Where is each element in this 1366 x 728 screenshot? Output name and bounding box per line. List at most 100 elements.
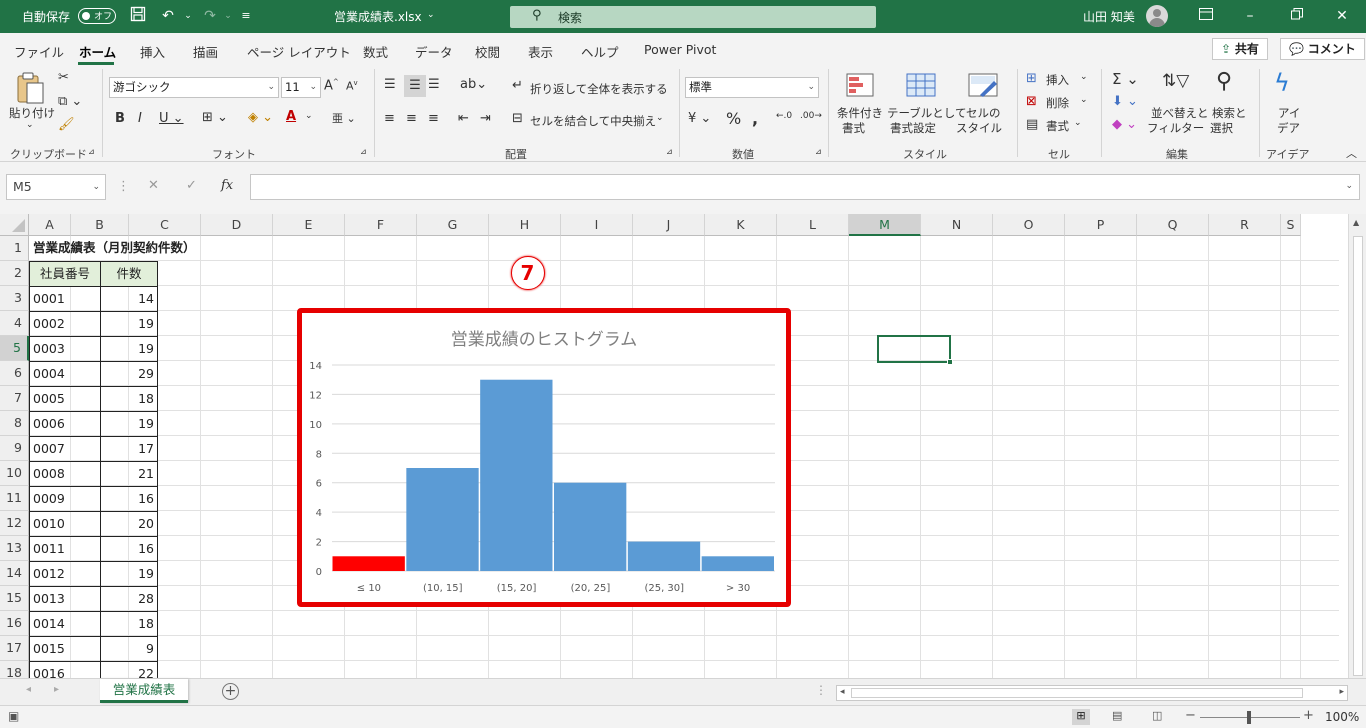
merge-dropdown-icon[interactable]: ⌄ — [656, 113, 664, 123]
align-left-icon[interactable]: ≡ — [384, 111, 395, 126]
select-all-corner[interactable] — [0, 214, 29, 236]
row-header-7[interactable]: 7 — [0, 386, 29, 411]
font-launcher-icon[interactable]: ⊿ — [360, 147, 367, 156]
increase-font-icon[interactable]: A^ — [324, 78, 339, 93]
tab-file[interactable]: ファイル — [14, 42, 64, 61]
format-as-table-icon[interactable] — [906, 73, 936, 101]
minimize-icon[interactable]: – — [1240, 6, 1260, 26]
formula-input[interactable]: ⌄ — [250, 174, 1360, 200]
column-header-g[interactable]: G — [417, 214, 489, 236]
clear-icon[interactable]: ◆ ⌄ — [1112, 117, 1137, 132]
column-header-e[interactable]: E — [273, 214, 345, 236]
cell-styles-label-2[interactable]: スタイル — [956, 120, 1002, 136]
italic-icon[interactable]: I — [138, 111, 142, 126]
number-format-combo[interactable]: 標準 ⌄ — [685, 77, 819, 98]
merge-center-icon[interactable]: ⊟ — [512, 111, 523, 126]
delete-cells-icon[interactable]: ⊠ — [1026, 94, 1037, 109]
paste-dropdown-icon[interactable]: ⌄ — [26, 120, 34, 130]
underline-icon[interactable]: U ⌄ — [159, 111, 184, 126]
sort-filter-icon[interactable]: ⇅▽ — [1162, 71, 1189, 91]
align-middle-icon[interactable]: ☰ — [404, 75, 426, 97]
tab-insert[interactable]: 挿入 — [140, 42, 165, 61]
employee-id-cell[interactable]: 0012 — [29, 561, 101, 587]
zoom-slider-thumb[interactable] — [1247, 711, 1251, 724]
tab-split-handle[interactable]: ⋮ — [815, 683, 827, 697]
tab-formulas[interactable]: 数式 — [363, 42, 388, 61]
vertical-scrollbar[interactable]: ▲ — [1348, 214, 1366, 678]
count-cell[interactable]: 18 — [100, 386, 158, 412]
employee-id-cell[interactable]: 0016 — [29, 661, 101, 678]
next-sheet-icon[interactable]: ▸ — [54, 684, 59, 695]
increase-indent-icon[interactable]: ⇥ — [480, 111, 491, 126]
scrollbar-thumb[interactable] — [1353, 236, 1363, 676]
row-header-10[interactable]: 10 — [0, 461, 29, 486]
count-cell[interactable]: 19 — [100, 311, 158, 337]
clipboard-launcher-icon[interactable]: ⊿ — [88, 147, 95, 156]
column-header-q[interactable]: Q — [1137, 214, 1209, 236]
font-color-dropdown-icon[interactable]: ⌄ — [305, 111, 313, 121]
row-header-1[interactable]: 1 — [0, 236, 29, 261]
employee-id-cell[interactable]: 0009 — [29, 486, 101, 512]
format-cells-button[interactable]: 書式 — [1046, 118, 1069, 134]
save-icon[interactable] — [128, 6, 148, 26]
phonetic-icon[interactable]: 亜 ⌄ — [332, 110, 356, 126]
column-header-a[interactable]: A — [29, 214, 71, 236]
scroll-right-icon[interactable]: ▸ — [1339, 687, 1344, 697]
find-select-label-1[interactable]: 検索と — [1212, 105, 1247, 121]
column-header-f[interactable]: F — [345, 214, 417, 236]
sort-filter-label-1[interactable]: 並べ替えと — [1151, 105, 1209, 121]
fill-handle[interactable] — [947, 359, 953, 365]
increase-decimal-icon[interactable]: ←.0 — [776, 111, 792, 121]
count-cell[interactable]: 19 — [100, 411, 158, 437]
ideas-label-1[interactable]: アイ — [1278, 105, 1300, 121]
font-name-combo[interactable]: 游ゴシック ⌄ — [109, 77, 279, 98]
column-header-s[interactable]: S — [1281, 214, 1301, 236]
row-header-14[interactable]: 14 — [0, 561, 29, 586]
document-title[interactable]: 営業成績表.xlsx — [334, 8, 422, 25]
fill-icon[interactable]: ⬇ ⌄ — [1112, 94, 1138, 109]
count-cell[interactable]: 21 — [100, 461, 158, 487]
sheet-title[interactable]: 営業成績表（月別契約件数） — [33, 236, 196, 260]
add-sheet-icon[interactable]: + — [222, 683, 239, 700]
align-center-icon[interactable]: ≡ — [406, 111, 417, 126]
column-header-c[interactable]: C — [129, 214, 201, 236]
count-cell[interactable]: 14 — [100, 286, 158, 312]
percent-icon[interactable]: % — [726, 109, 741, 128]
orientation-icon[interactable]: ab⌄ — [460, 77, 487, 92]
insert-dropdown-icon[interactable]: ⌄ — [1080, 72, 1088, 82]
sort-filter-label-2[interactable]: フィルター — [1147, 120, 1204, 136]
conditional-format-label-2[interactable]: 書式 — [842, 120, 865, 136]
format-as-table-label-2[interactable]: 書式設定 — [890, 120, 936, 136]
wrap-text-icon[interactable]: ↵ — [512, 78, 523, 93]
ribbon-display-icon[interactable] — [1196, 6, 1216, 26]
employee-id-cell[interactable]: 0002 — [29, 311, 101, 337]
expand-formula-icon[interactable]: ⌄ — [1345, 181, 1353, 191]
merge-center-button[interactable]: セルを結合して中央揃え — [530, 113, 656, 129]
customize-toolbar-icon[interactable]: ≡ — [236, 6, 256, 26]
count-cell[interactable]: 19 — [100, 561, 158, 587]
close-icon[interactable]: ✕ — [1332, 6, 1352, 26]
format-dropdown-icon[interactable]: ⌄ — [1074, 118, 1082, 128]
ideas-label-2[interactable]: デア — [1277, 120, 1300, 136]
decrease-indent-icon[interactable]: ⇤ — [458, 111, 469, 126]
count-cell[interactable]: 28 — [100, 586, 158, 612]
employee-id-cell[interactable]: 0005 — [29, 386, 101, 412]
horizontal-scrollbar[interactable]: ◂ ▸ — [836, 685, 1348, 701]
ideas-icon[interactable]: ϟ — [1274, 69, 1290, 97]
count-cell[interactable]: 18 — [100, 611, 158, 637]
format-painter-icon[interactable]: 🖌 — [58, 117, 75, 132]
scroll-up-icon[interactable]: ▲ — [1353, 218, 1359, 227]
redo-icon[interactable]: ↷ — [200, 6, 220, 26]
row-header-6[interactable]: 6 — [0, 361, 29, 386]
row-header-2[interactable]: 2 — [0, 261, 29, 286]
row-header-16[interactable]: 16 — [0, 611, 29, 636]
column-header-i[interactable]: I — [561, 214, 633, 236]
count-cell[interactable]: 17 — [100, 436, 158, 462]
row-header-9[interactable]: 9 — [0, 436, 29, 461]
employee-id-cell[interactable]: 0011 — [29, 536, 101, 562]
column-header-d[interactable]: D — [201, 214, 273, 236]
tab-review[interactable]: 校閲 — [475, 42, 500, 61]
row-header-4[interactable]: 4 — [0, 311, 29, 336]
align-top-icon[interactable]: ☰ — [384, 77, 396, 92]
column-header-o[interactable]: O — [993, 214, 1065, 236]
